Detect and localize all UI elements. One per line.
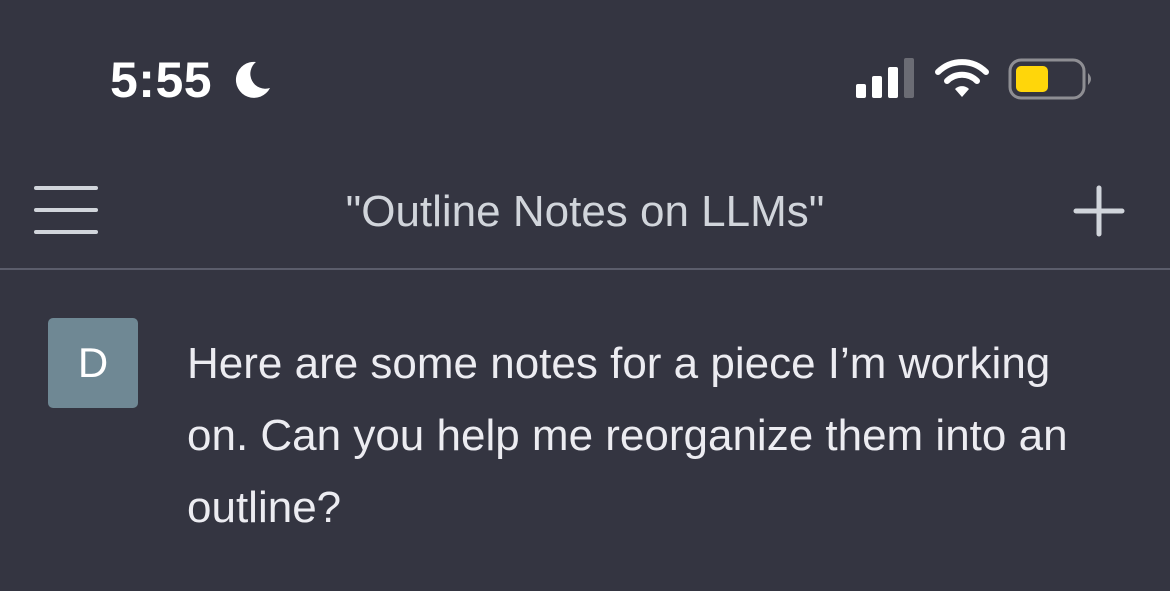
nav-bar: "Outline Notes on LLMs" (0, 150, 1170, 270)
status-time: 5:55 (110, 52, 213, 108)
wifi-icon (935, 59, 989, 97)
status-bar: 5:55 (0, 0, 1170, 150)
plus-icon[interactable] (1064, 176, 1134, 246)
moon-icon (235, 61, 270, 98)
conversation-title: "Outline Notes on LLMs" (345, 187, 825, 236)
message-text: Here are some notes for a piece I’m work… (187, 339, 1068, 532)
avatar: D (48, 318, 138, 408)
hamburger-menu-icon[interactable] (24, 174, 108, 246)
cellular-signal-icon (856, 58, 914, 98)
battery-icon (1008, 58, 1091, 100)
user-message: D Here are some notes for a piece I’m wo… (0, 270, 1170, 591)
